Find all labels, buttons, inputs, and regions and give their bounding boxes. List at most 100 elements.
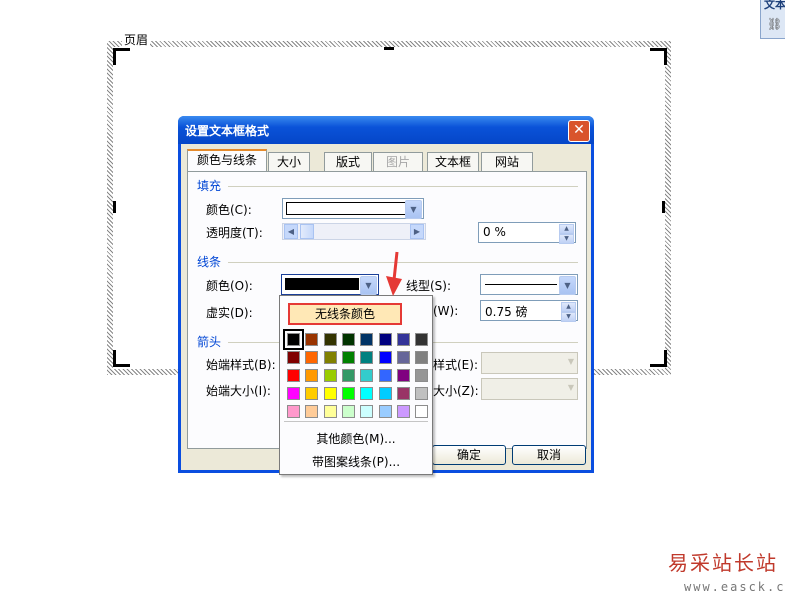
line-color-label: 颜色(O): bbox=[206, 279, 253, 293]
color-swatch[interactable] bbox=[287, 351, 300, 364]
color-swatch[interactable] bbox=[378, 369, 392, 382]
cancel-button[interactable]: 取消 bbox=[512, 445, 586, 465]
patterned-lines-option[interactable]: 带图案线条(P)... bbox=[280, 453, 432, 470]
chevron-down-icon[interactable]: ▼ bbox=[360, 276, 377, 295]
line-style-preview bbox=[485, 284, 557, 285]
color-swatch[interactable] bbox=[378, 351, 392, 364]
transparency-spinner[interactable]: 0 % ▲ ▼ bbox=[478, 222, 576, 244]
color-swatch[interactable] bbox=[360, 351, 374, 364]
end-size-label: 大小(Z): bbox=[433, 384, 479, 398]
ok-button[interactable]: 确定 bbox=[432, 445, 506, 465]
color-swatch[interactable] bbox=[323, 351, 337, 364]
line-weight-spinner[interactable]: 0.75 磅 ▲ ▼ bbox=[480, 300, 578, 322]
end-style-label: 样式(E): bbox=[433, 358, 478, 372]
color-swatch[interactable] bbox=[415, 369, 429, 382]
color-swatch[interactable] bbox=[323, 387, 337, 400]
color-swatch[interactable] bbox=[323, 333, 337, 346]
color-swatch[interactable] bbox=[360, 387, 374, 400]
color-swatch[interactable] bbox=[305, 333, 319, 346]
tab-textbox[interactable]: 文本框 bbox=[427, 152, 479, 171]
crop-mark-top-center bbox=[384, 47, 394, 50]
color-swatch[interactable] bbox=[305, 405, 319, 418]
color-swatch[interactable] bbox=[415, 387, 429, 400]
spin-down-icon: ▼ bbox=[559, 234, 574, 244]
line-color-swatch bbox=[285, 278, 359, 290]
chevron-down-icon[interactable]: ▼ bbox=[405, 200, 422, 219]
spin-up-icon: ▲ bbox=[561, 302, 576, 312]
arrows-section-label: 箭头 bbox=[197, 335, 222, 349]
color-swatch[interactable] bbox=[341, 369, 355, 382]
end-style-combo: ▼ bbox=[481, 352, 578, 374]
tab-size[interactable]: 大小 bbox=[268, 152, 310, 171]
tab-web[interactable]: 网站 bbox=[481, 152, 533, 171]
dialog-title: 设置文本框格式 bbox=[185, 124, 270, 138]
line-style-combo[interactable]: ▼ bbox=[480, 274, 578, 295]
spin-up-icon: ▲ bbox=[559, 224, 574, 234]
color-swatch[interactable] bbox=[341, 387, 355, 400]
color-swatch[interactable] bbox=[360, 405, 374, 418]
color-swatch[interactable] bbox=[415, 333, 429, 346]
crop-mark-top-left bbox=[113, 48, 130, 65]
crop-mark-top-right bbox=[650, 48, 667, 65]
color-swatch[interactable] bbox=[378, 387, 392, 400]
color-swatch[interactable] bbox=[287, 405, 300, 418]
color-swatch[interactable] bbox=[305, 351, 319, 364]
color-swatch[interactable] bbox=[323, 369, 337, 382]
color-swatch[interactable] bbox=[287, 369, 300, 382]
line-style-label: 线型(S): bbox=[406, 279, 452, 293]
slider-left-arrow-icon[interactable]: ◀ bbox=[284, 224, 298, 239]
crop-mark-bottom-right bbox=[650, 350, 667, 367]
watermark-name: 易采站长站 bbox=[668, 551, 778, 575]
color-swatch[interactable] bbox=[341, 333, 355, 346]
line-color-popup: 无线条颜色 其他颜色(M)... 带图案线条(P)... bbox=[279, 295, 433, 475]
color-swatch[interactable] bbox=[341, 405, 355, 418]
link-icon[interactable]: ⛓ bbox=[767, 17, 782, 31]
transparency-slider[interactable]: ◀ ▶ bbox=[282, 223, 426, 240]
color-swatch[interactable] bbox=[360, 369, 374, 382]
color-swatch[interactable] bbox=[396, 387, 410, 400]
crop-mark-left-center bbox=[113, 201, 116, 213]
spin-down-icon: ▼ bbox=[561, 312, 576, 322]
color-swatch[interactable] bbox=[396, 405, 410, 418]
slider-right-arrow-icon[interactable]: ▶ bbox=[410, 224, 424, 239]
crop-mark-bottom-left bbox=[113, 350, 130, 367]
color-swatch[interactable] bbox=[360, 333, 374, 346]
more-colors-option[interactable]: 其他颜色(M)... bbox=[280, 430, 432, 447]
fill-color-combo[interactable]: ▼ bbox=[282, 198, 424, 219]
color-swatch[interactable] bbox=[396, 369, 410, 382]
begin-size-label: 始端大小(I): bbox=[206, 384, 271, 398]
color-swatch[interactable] bbox=[283, 329, 304, 350]
close-button[interactable]: ✕ bbox=[568, 120, 590, 142]
transparency-label: 透明度(T): bbox=[206, 226, 263, 240]
no-line-color-option[interactable]: 无线条颜色 bbox=[288, 303, 402, 325]
page-header-label: 页眉 bbox=[122, 31, 151, 48]
color-swatch[interactable] bbox=[415, 405, 429, 418]
watermark-url: www.easck.com bbox=[684, 580, 785, 594]
color-swatch[interactable] bbox=[341, 351, 355, 364]
tab-layout[interactable]: 版式 bbox=[324, 152, 372, 171]
annotation-arrow-icon bbox=[386, 251, 402, 296]
tab-picture: 图片 bbox=[373, 152, 423, 171]
begin-style-label: 始端样式(B): bbox=[206, 358, 276, 372]
color-swatch[interactable] bbox=[378, 405, 392, 418]
color-swatch[interactable] bbox=[415, 351, 429, 364]
dialog-titlebar[interactable]: 设置文本框格式 ✕ bbox=[178, 116, 594, 144]
color-swatch[interactable] bbox=[305, 387, 319, 400]
tab-colors-lines[interactable]: 颜色与线条 bbox=[187, 149, 267, 173]
color-swatch[interactable] bbox=[323, 405, 337, 418]
fill-color-label: 颜色(C): bbox=[206, 203, 252, 217]
color-swatch[interactable] bbox=[396, 333, 410, 346]
line-color-combo[interactable]: ▼ bbox=[281, 274, 379, 295]
line-weight-label: (W): bbox=[433, 304, 459, 318]
color-swatch[interactable] bbox=[305, 369, 319, 382]
close-icon: ✕ bbox=[573, 122, 585, 138]
toolbar-fragment[interactable]: 文本 ⛓ bbox=[760, 0, 785, 39]
color-swatch[interactable] bbox=[378, 333, 392, 346]
dash-label: 虚实(D): bbox=[206, 306, 253, 320]
chevron-down-icon[interactable]: ▼ bbox=[559, 276, 576, 295]
line-section-label: 线条 bbox=[197, 255, 222, 269]
end-size-combo: ▼ bbox=[481, 378, 578, 400]
color-swatch[interactable] bbox=[287, 387, 300, 400]
slider-thumb[interactable] bbox=[300, 224, 314, 239]
color-swatch[interactable] bbox=[396, 351, 410, 364]
